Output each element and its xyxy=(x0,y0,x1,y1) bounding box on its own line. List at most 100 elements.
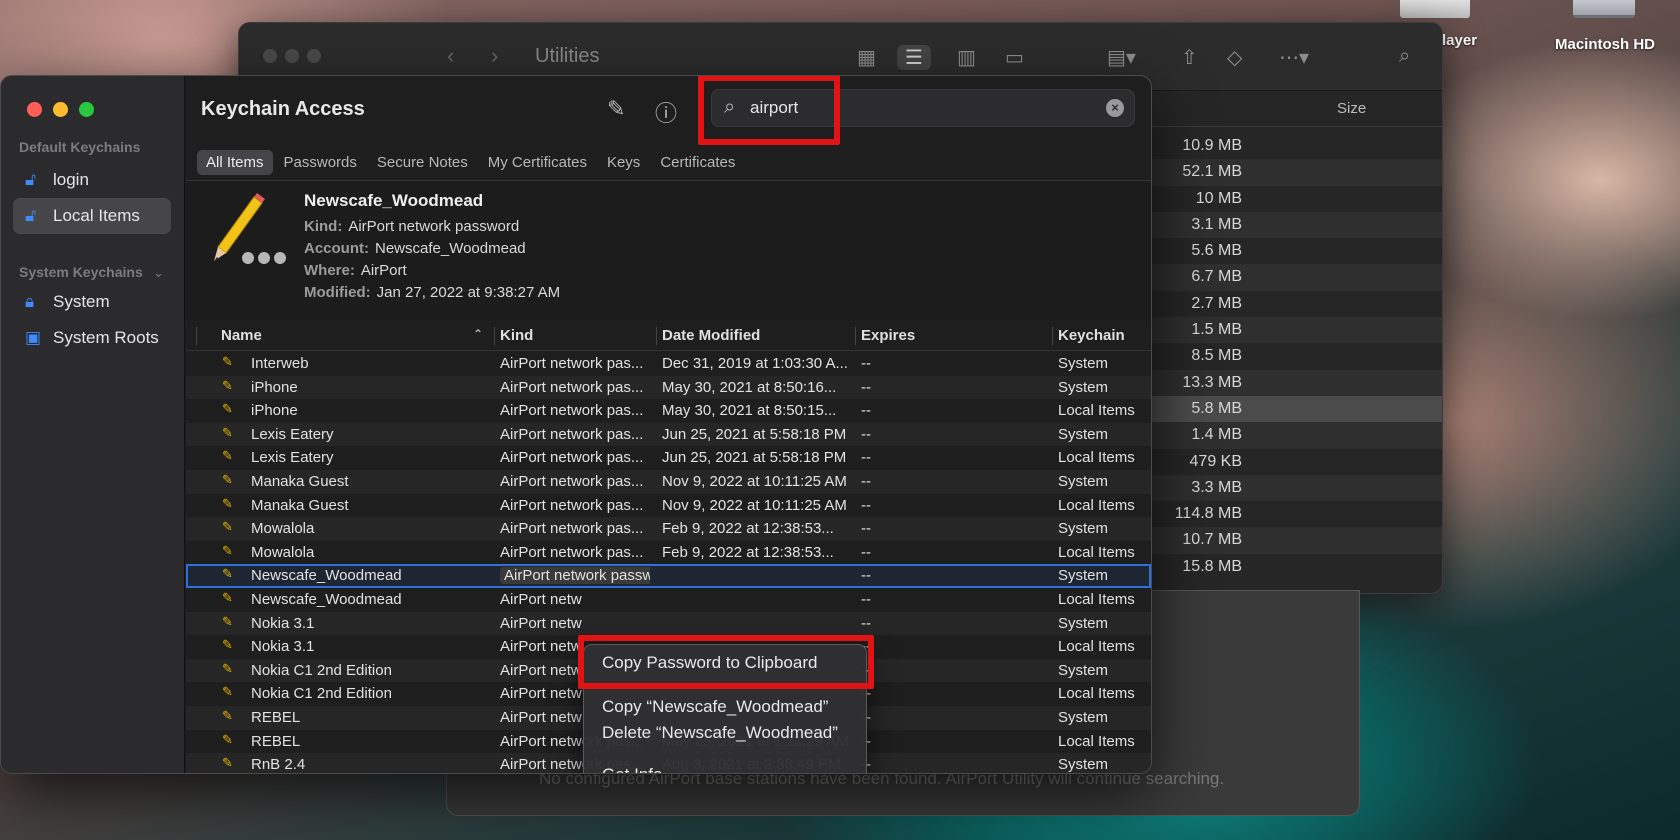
desktop-file-icon[interactable] xyxy=(1400,0,1470,18)
size-column-header[interactable]: Size xyxy=(1337,100,1366,117)
item-keychain: System xyxy=(1058,614,1109,632)
menu-item-get-info[interactable]: Get Info xyxy=(602,765,662,773)
item-kind: AirPort network pas... xyxy=(500,520,650,537)
expires-column-header[interactable]: Expires xyxy=(861,327,915,344)
item-keychain: Local Items xyxy=(1058,685,1135,703)
file-size: 6.7 MB xyxy=(1191,268,1242,286)
tab-certificates[interactable]: Certificates xyxy=(651,150,744,175)
password-icon: ✎ xyxy=(222,401,233,417)
item-keychain: System xyxy=(1058,472,1109,490)
item-kind-text: AirPort netw xyxy=(500,638,582,656)
item-name: iPhone xyxy=(251,402,298,420)
table-row[interactable]: ✎ iPhone AirPort network pas... May 30, 202… xyxy=(186,375,1151,400)
password-pencil-icon xyxy=(214,193,286,264)
password-icon: ✎ xyxy=(222,684,233,700)
file-size: 1.4 MB xyxy=(1191,426,1242,444)
minimize-icon[interactable] xyxy=(53,102,68,117)
item-keychain: Local Items xyxy=(1058,732,1135,750)
more-icon[interactable]: ⋯▾ xyxy=(1279,45,1309,70)
item-expires: -- xyxy=(861,520,871,538)
item-kind: AirPort netw xyxy=(500,591,650,608)
file-size: 8.5 MB xyxy=(1191,347,1242,365)
new-item-icon[interactable]: ✎ xyxy=(607,96,625,122)
zoom-icon[interactable] xyxy=(79,102,94,117)
tab-my-certificates[interactable]: My Certificates xyxy=(479,150,596,175)
close-icon[interactable] xyxy=(27,102,42,117)
forward-icon[interactable]: › xyxy=(491,43,498,69)
sidebar-item-system-roots[interactable]: ▣ System Roots xyxy=(13,320,171,356)
column-view-icon[interactable]: ▥ xyxy=(957,45,976,70)
date-column-header[interactable]: Date Modified xyxy=(662,327,760,344)
item-expires: -- xyxy=(861,590,871,608)
list-view-icon[interactable]: ☰ xyxy=(897,45,931,70)
table-row[interactable]: ✎ Nokia 3.1 AirPort netw -- System xyxy=(186,611,1151,636)
unlocked-icon: 🔓︎ xyxy=(25,206,37,225)
detail-account-label: Account: xyxy=(304,240,369,257)
column-divider xyxy=(656,327,657,345)
sidebar-item-local-items[interactable]: 🔓︎ Local Items xyxy=(13,198,171,234)
item-expires: -- xyxy=(861,614,871,632)
table-row[interactable]: ✎ Mowalola AirPort network pas... Feb 9, 20… xyxy=(186,541,1151,565)
item-keychain: Local Items xyxy=(1058,638,1135,656)
table-row[interactable]: ✎ Newscafe_Woodmead AirPort network passwo… xyxy=(186,564,1151,588)
table-row[interactable]: ✎ Lexis Eatery AirPort network pas... Jun 2… xyxy=(186,446,1151,470)
tab-all-items[interactable]: All Items xyxy=(197,150,273,175)
tab-secure-notes[interactable]: Secure Notes xyxy=(368,150,477,175)
item-kind-text: AirPort netw xyxy=(500,708,582,726)
table-row[interactable]: ✎ Manaka Guest AirPort network pas... Nov 9… xyxy=(186,494,1151,518)
search-icon[interactable]: ⌕ xyxy=(1399,45,1410,68)
chevron-down-icon[interactable]: ⌄ xyxy=(153,265,164,281)
file-size: 13.3 MB xyxy=(1182,373,1242,391)
kind-column-header[interactable]: Kind xyxy=(500,327,533,344)
info-icon[interactable]: ⓘ xyxy=(655,96,677,128)
table-row[interactable]: ✎ iPhone AirPort network pas... May 30, 202… xyxy=(186,399,1151,423)
file-size: 1.5 MB xyxy=(1191,321,1242,339)
item-name: Nokia C1 2nd Edition xyxy=(251,661,392,679)
password-icon: ✎ xyxy=(222,471,233,487)
password-icon: ✎ xyxy=(222,566,233,582)
back-icon[interactable]: ‹ xyxy=(447,43,454,69)
name-column-header[interactable]: Name xyxy=(221,327,262,344)
password-icon: ✎ xyxy=(222,519,233,535)
table-row[interactable]: ✎ Lexis Eatery AirPort network pas... Jun 2… xyxy=(186,422,1151,447)
share-icon[interactable]: ⇧ xyxy=(1181,45,1198,70)
item-name: Newscafe_Woodmead xyxy=(251,590,402,608)
menu-item-copy-name[interactable]: Copy “Newscafe_Woodmead” xyxy=(602,697,828,717)
tag-icon[interactable]: ◇ xyxy=(1227,45,1242,70)
keychain-column-header[interactable]: Keychain xyxy=(1058,327,1125,344)
item-kind: AirPort netw xyxy=(500,615,650,632)
icon-view-icon[interactable]: ▦ xyxy=(857,45,876,70)
zoom-icon[interactable] xyxy=(307,49,321,63)
keychain-access-window[interactable]: Default Keychains 🔓︎ login 🔓︎ Local Item… xyxy=(0,75,1152,774)
detail-name: Newscafe_Woodmead xyxy=(304,191,484,210)
item-keychain: System xyxy=(1058,425,1109,443)
tab-keys[interactable]: Keys xyxy=(598,150,649,175)
sidebar-item-label: login xyxy=(53,170,89,189)
sort-ascending-icon[interactable]: ⌃ xyxy=(473,327,483,341)
item-name: Manaka Guest xyxy=(251,496,349,514)
clear-search-icon[interactable]: × xyxy=(1106,99,1124,117)
sidebar-item-login[interactable]: 🔓︎ login xyxy=(13,162,171,198)
close-icon[interactable] xyxy=(263,49,277,63)
tab-passwords[interactable]: Passwords xyxy=(275,150,366,175)
item-name: Mowalola xyxy=(251,543,315,561)
group-icon[interactable]: ▤▾ xyxy=(1107,45,1136,70)
delete-highlight-box xyxy=(578,635,874,689)
password-icon: ✎ xyxy=(222,660,233,676)
table-row[interactable]: ✎ Newscafe_Woodmead AirPort netw -- Local It… xyxy=(186,588,1151,612)
column-divider xyxy=(1052,327,1053,345)
system-keychains-heading[interactable]: System Keychains xyxy=(19,264,143,280)
table-row[interactable]: ✎ Mowalola AirPort network pas... Feb 9, 20… xyxy=(186,517,1151,541)
table-row[interactable]: ✎ Interweb AirPort network pas... Dec 31, 2… xyxy=(186,352,1151,376)
keychain-sidebar: Default Keychains 🔓︎ login 🔓︎ Local Item… xyxy=(1,76,185,773)
table-row[interactable]: ✎ Manaka Guest AirPort network pas... Nov 9… xyxy=(186,469,1151,494)
menu-item-delete[interactable]: Delete “Newscafe_Woodmead” xyxy=(602,723,838,743)
file-size: 52.1 MB xyxy=(1182,163,1242,181)
sidebar-item-system[interactable]: 🔒︎ System xyxy=(13,284,171,320)
password-icon: ✎ xyxy=(222,589,233,605)
drive-label[interactable]: Macintosh HD xyxy=(1555,36,1655,53)
item-name: Interweb xyxy=(251,355,309,372)
minimize-icon[interactable] xyxy=(285,49,299,63)
drive-icon[interactable] xyxy=(1573,0,1635,18)
gallery-view-icon[interactable]: ▭ xyxy=(1005,45,1024,70)
